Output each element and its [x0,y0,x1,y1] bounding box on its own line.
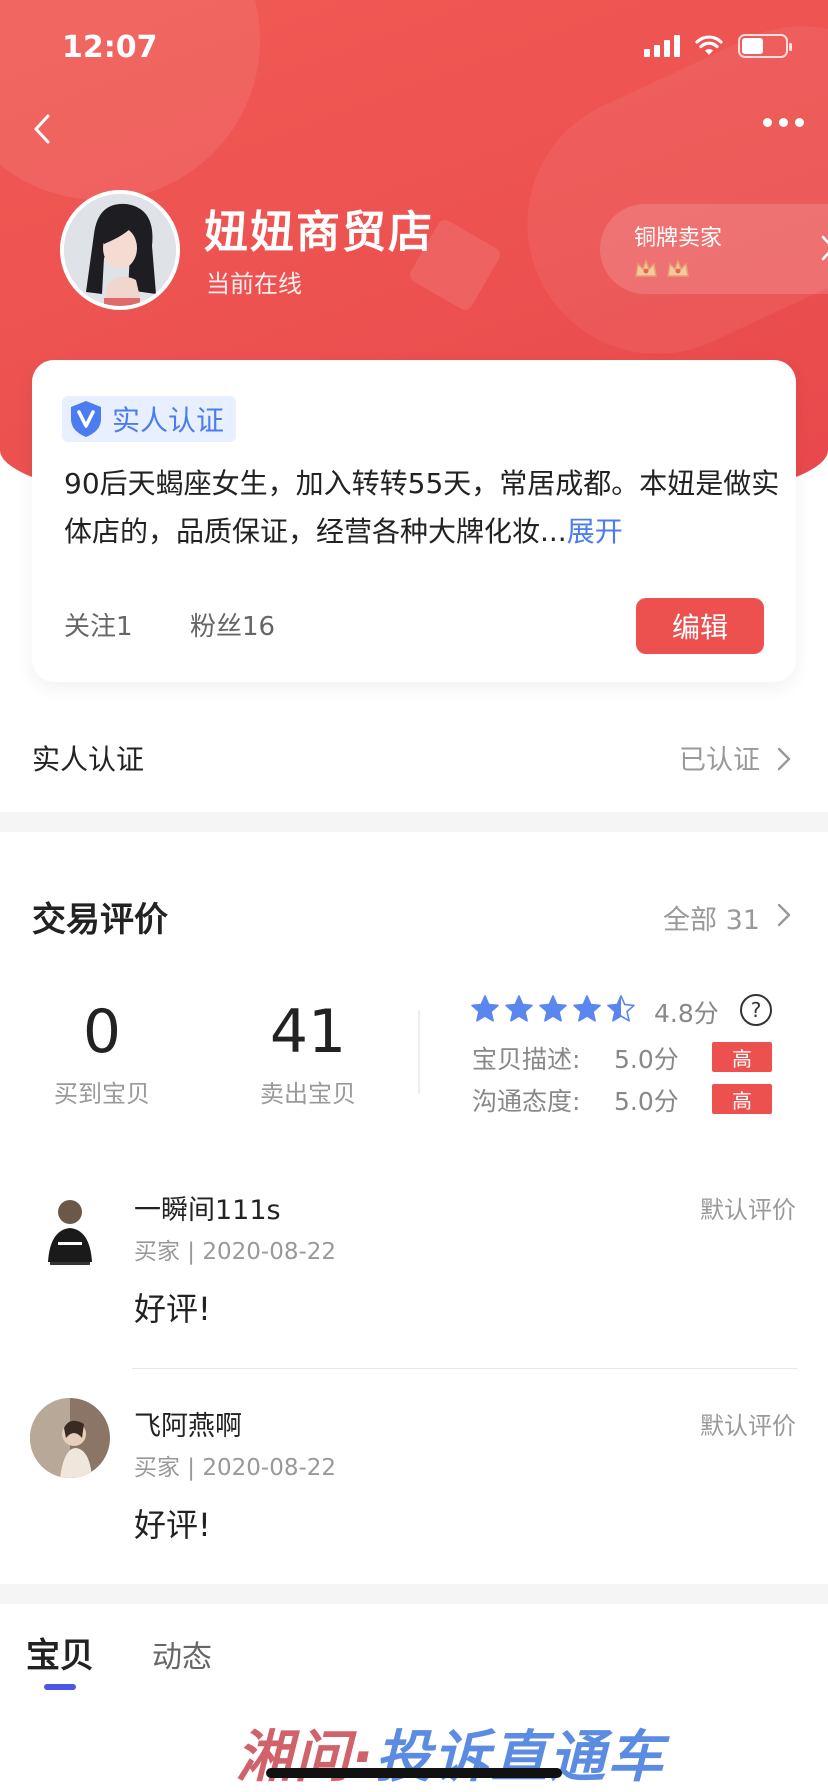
seller-level-label: 铜牌卖家 [634,226,723,251]
reviewer-avatar[interactable] [30,1398,110,1478]
bought-stat[interactable]: 0 买到宝贝 [12,998,192,1109]
home-indicator [266,1768,562,1778]
verification-row[interactable]: 实人认证 已认证 [0,716,828,800]
chevron-right-icon [777,747,791,771]
verification-row-label: 实人认证 [32,743,145,776]
seller-level-badge[interactable]: 铜牌卖家 [600,204,828,294]
profile-card: 实人认证 90后天蝎座女生，加入转转55天，常居成都。本妞是做实体店的，品质保证… [32,360,796,682]
crown-icon [666,258,690,280]
star-icon [607,995,635,1022]
all-reviews-link[interactable]: 全部 31 [663,898,760,937]
review-divider [132,1368,798,1369]
shop-name: 妞妞商贸店 [204,207,434,258]
chevron-right-icon [821,235,828,261]
section-divider [0,812,828,832]
chevron-left-icon[interactable] [26,112,60,146]
bought-label: 买到宝贝 [54,1080,150,1108]
fans-count[interactable]: 粉丝16 [190,606,275,643]
review-type: 默认评价 [700,1196,796,1224]
metric-label: 宝贝描述: [472,1045,581,1074]
more-dots-icon[interactable] [763,118,804,127]
star-icon [573,995,601,1022]
profile-bio: 90后天蝎座女生，加入转转55天，常居成都。本妞是做实体店的，品质保证，经营各种… [64,460,784,556]
battery-icon [738,34,792,58]
sold-label: 卖出宝贝 [260,1080,356,1108]
wifi-icon [695,35,723,55]
chevron-right-icon[interactable] [776,902,792,928]
expand-link[interactable]: 展开 [567,515,623,548]
edit-button[interactable]: 编辑 [636,598,764,654]
metric-description: 宝贝描述: 5.0分 [472,1040,679,1076]
metric-label: 沟通态度: [472,1087,581,1116]
review-meta: 买家 | 2020-08-22 [134,1239,337,1265]
rating-stars [470,994,636,1024]
bought-count: 0 [82,997,122,1067]
section-divider [0,1584,828,1604]
metric-communication: 沟通态度: 5.0分 [472,1082,679,1118]
reviews-title: 交易评价 [32,900,168,940]
sold-count: 41 [269,997,347,1067]
tab-dynamics[interactable]: 动态 [152,1632,212,1676]
online-status: 当前在线 [206,270,302,298]
verification-row-value: 已认证 [679,745,760,776]
status-time: 12:07 [62,30,158,65]
review-content: 好评! [134,1290,211,1328]
header-decoration [484,0,828,397]
tab-active-indicator [44,1684,76,1690]
metric-value: 5.0分 [614,1087,679,1116]
sold-stat[interactable]: 41 卖出宝贝 [218,998,398,1109]
review-content: 好评! [134,1506,211,1544]
star-icon [471,995,499,1022]
verify-tag-label: 实人认证 [112,404,225,437]
reviewer-name: 飞阿燕啊 [134,1411,242,1442]
star-icon [539,995,567,1022]
watermark-part1: 湘问· [236,1725,376,1790]
help-icon[interactable]: ? [740,994,772,1026]
stats-separator [418,1010,420,1094]
watermark: 湘问·投诉直通车 [236,1712,665,1792]
star-icon [505,995,533,1022]
following-count[interactable]: 关注1 [64,606,133,643]
reviewer-name: 一瞬间111s [134,1195,281,1226]
status-icons [644,34,792,58]
crown-icons [634,258,828,280]
metric-badge: 高 [712,1084,772,1114]
avatar[interactable] [60,190,180,310]
tab-items[interactable]: 宝贝 [26,1628,94,1677]
real-person-verified-tag: 实人认证 [62,396,237,442]
review-meta: 买家 | 2020-08-22 [134,1455,337,1481]
review-item[interactable]: 飞阿燕啊 买家 | 2020-08-22 默认评价 好评! [0,1396,828,1596]
bio-text: 90后天蝎座女生，加入转转55天，常居成都。本妞是做实体店的，品质保证，经营各种… [64,467,780,548]
metric-value: 5.0分 [614,1045,679,1074]
review-type: 默认评价 [700,1412,796,1440]
reviewer-avatar[interactable] [30,1190,110,1270]
metric-badge: 高 [712,1042,772,1072]
signal-icon [644,35,680,57]
crown-icon [634,258,658,280]
shield-check-icon [71,401,101,437]
review-item[interactable]: 一瞬间111s 买家 | 2020-08-22 默认评价 好评! [0,1180,828,1380]
watermark-part2: 投诉直通车 [375,1725,666,1790]
rating-score: 4.8分 [654,999,719,1028]
